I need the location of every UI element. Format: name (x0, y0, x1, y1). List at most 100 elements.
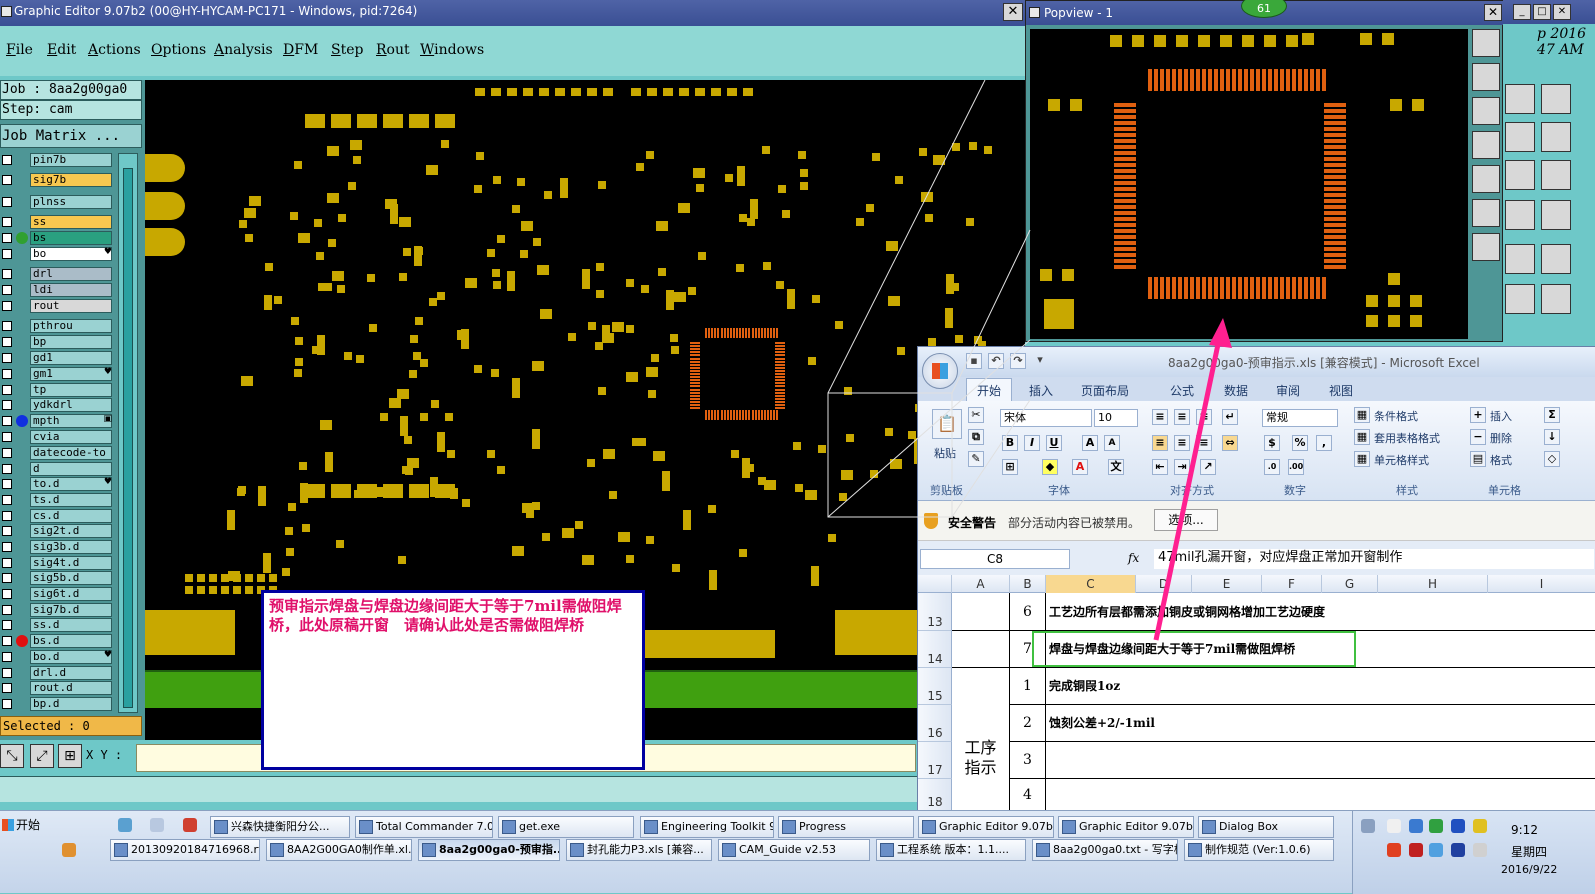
row-header[interactable]: 17 (918, 742, 952, 779)
taskbar-button[interactable]: Graphic Editor 9.07b... (1058, 816, 1194, 838)
conditional-format-icon[interactable]: ▦ (1354, 407, 1370, 423)
layer-row[interactable]: ldi (0, 283, 116, 297)
tab-review[interactable]: 审阅 (1276, 382, 1300, 399)
layer-name[interactable]: rout.d (30, 681, 112, 695)
delete-cells-button[interactable]: 删除 (1490, 430, 1512, 446)
row-header[interactable]: 18 (918, 779, 952, 811)
column-header[interactable]: B (1010, 575, 1046, 593)
copy-icon[interactable]: ⧉ (968, 429, 984, 445)
cut-icon[interactable]: ✂ (968, 407, 984, 423)
conditional-format-button[interactable]: 条件格式 (1374, 408, 1418, 424)
layer-checkbox[interactable] (2, 464, 12, 474)
phonetic-icon[interactable]: 文 (1108, 459, 1124, 475)
cell-b[interactable]: 2 (1010, 705, 1046, 742)
comma-icon[interactable]: , (1316, 435, 1332, 451)
start-button[interactable]: 开始 (0, 814, 48, 838)
tab-page-layout[interactable]: 页面布局 (1081, 382, 1129, 399)
quicklaunch-icon[interactable] (62, 843, 76, 857)
center-icon[interactable] (1472, 233, 1500, 261)
tool-icon[interactable] (1541, 122, 1571, 152)
tray-app-icon[interactable] (1409, 843, 1423, 857)
layer-checkbox[interactable] (2, 249, 12, 259)
format-painter-icon[interactable]: ✎ (968, 451, 984, 467)
layer-row[interactable]: bp (0, 335, 116, 349)
layer-row[interactable]: plnss (0, 195, 116, 209)
layer-name[interactable]: gm1 (30, 367, 112, 381)
quicklaunch-icon[interactable] (118, 818, 132, 832)
tray-app-icon[interactable] (1429, 843, 1443, 857)
layer-row[interactable]: sig3b.d (0, 540, 116, 554)
tray-app-icon[interactable] (1387, 843, 1401, 857)
right-window-titlebar[interactable]: _ □ ✕ (1503, 0, 1595, 24)
number-format-select[interactable]: 常规 (1262, 409, 1338, 427)
layer-checkbox[interactable] (2, 620, 12, 630)
layer-name[interactable]: d (30, 462, 112, 476)
dropdown-icon[interactable]: ▾ (1032, 353, 1048, 369)
fill-color-icon[interactable]: ◆ (1042, 459, 1058, 475)
menu-edit[interactable]: Edit (47, 42, 76, 58)
layer-row[interactable]: sig6t.d (0, 587, 116, 601)
taskbar-button[interactable]: CAM_Guide v2.53 (718, 839, 870, 861)
orientation-icon[interactable]: ↗ (1200, 459, 1216, 475)
menu-step[interactable]: Step (331, 42, 363, 58)
layer-checkbox[interactable] (2, 652, 12, 662)
tab-insert[interactable]: 插入 (1029, 382, 1053, 399)
cell-a[interactable] (952, 631, 1010, 668)
sum-icon[interactable]: Σ (1544, 407, 1560, 423)
tab-data[interactable]: 数据 (1224, 382, 1248, 399)
cell-style-button[interactable]: 单元格样式 (1374, 452, 1429, 468)
layer-row[interactable]: sig7b.d (0, 603, 116, 617)
taskbar-button[interactable]: Graphic Editor 9.07b... (918, 816, 1054, 838)
layer-checkbox[interactable] (2, 511, 12, 521)
layer-checkbox[interactable] (2, 432, 12, 442)
layer-row[interactable]: rout (0, 299, 116, 313)
layer-name[interactable]: ss (30, 215, 112, 229)
fit-icon[interactable] (1472, 199, 1500, 227)
layer-name[interactable]: sig7b.d (30, 603, 112, 617)
layer-checkbox[interactable] (2, 699, 12, 709)
bold-icon[interactable]: B (1002, 435, 1018, 451)
layer-checkbox[interactable] (2, 269, 12, 279)
layer-row[interactable]: cs.d (0, 509, 116, 523)
measure-tool-icon[interactable]: ⤢ (30, 744, 54, 768)
layer-name[interactable]: ydkdrl (30, 398, 112, 412)
layer-row[interactable]: ts.d (0, 493, 116, 507)
border-icon[interactable]: ⊞ (1002, 459, 1018, 475)
redo-icon[interactable]: ↷ (1010, 353, 1026, 369)
merge-icon[interactable]: ⇔ (1222, 435, 1238, 451)
layer-checkbox[interactable] (2, 479, 12, 489)
layer-checkbox[interactable] (2, 573, 12, 583)
layer-name[interactable]: to.d (30, 477, 112, 491)
layer-name[interactable]: plnss (30, 195, 112, 209)
taskbar-button[interactable]: 8AA2G00GA0制作单.xl... (266, 839, 412, 861)
layer-row[interactable]: bs.d (0, 634, 116, 648)
layer-name[interactable]: bo.d (30, 650, 112, 664)
align-top-icon[interactable]: ≡ (1152, 409, 1168, 425)
close-icon[interactable]: ✕ (1553, 4, 1571, 20)
layer-name[interactable]: datecode-to (30, 446, 112, 460)
layer-row[interactable]: bp.d (0, 697, 116, 711)
menu-file[interactable]: File (6, 42, 33, 58)
tray-app-icon[interactable] (1473, 819, 1487, 833)
excel-titlebar[interactable]: ▪ ↶ ↷ ▾ 8aa2g00ga0-预审指示.xls [兼容模式] - Mic… (918, 347, 1595, 389)
tool-icon[interactable] (1541, 284, 1571, 314)
align-center-icon[interactable]: ≡ (1174, 435, 1190, 451)
spreadsheet-grid[interactable]: A B C D E F G H I 13 6 工艺边所有层都需添加铜皮或铜网格增加工… (918, 575, 1595, 811)
zoom-in-icon[interactable] (1472, 29, 1500, 57)
layer-name[interactable]: mpth (30, 414, 112, 428)
taskbar-button[interactable]: 兴森快捷衡阳分公... (210, 816, 350, 838)
layer-row[interactable]: sig4t.d (0, 556, 116, 570)
layer-name[interactable]: cs.d (30, 509, 112, 523)
layer-checkbox[interactable] (2, 233, 12, 243)
layer-checkbox[interactable] (2, 385, 12, 395)
taskbar-button[interactable]: 工程系统 版本：1.1.... (876, 839, 1026, 861)
merged-label-cell[interactable]: 工序 指示 (952, 668, 1010, 811)
maximize-icon[interactable]: □ (1533, 4, 1551, 20)
popview-canvas[interactable] (1030, 29, 1468, 339)
row-header[interactable]: 13 (918, 593, 952, 631)
layer-row[interactable]: tp (0, 383, 116, 397)
tool-icon[interactable] (1541, 84, 1571, 114)
layer-row[interactable]: drl.d (0, 666, 116, 680)
layer-row[interactable]: bs (0, 231, 116, 245)
layer-checkbox[interactable] (2, 155, 12, 165)
